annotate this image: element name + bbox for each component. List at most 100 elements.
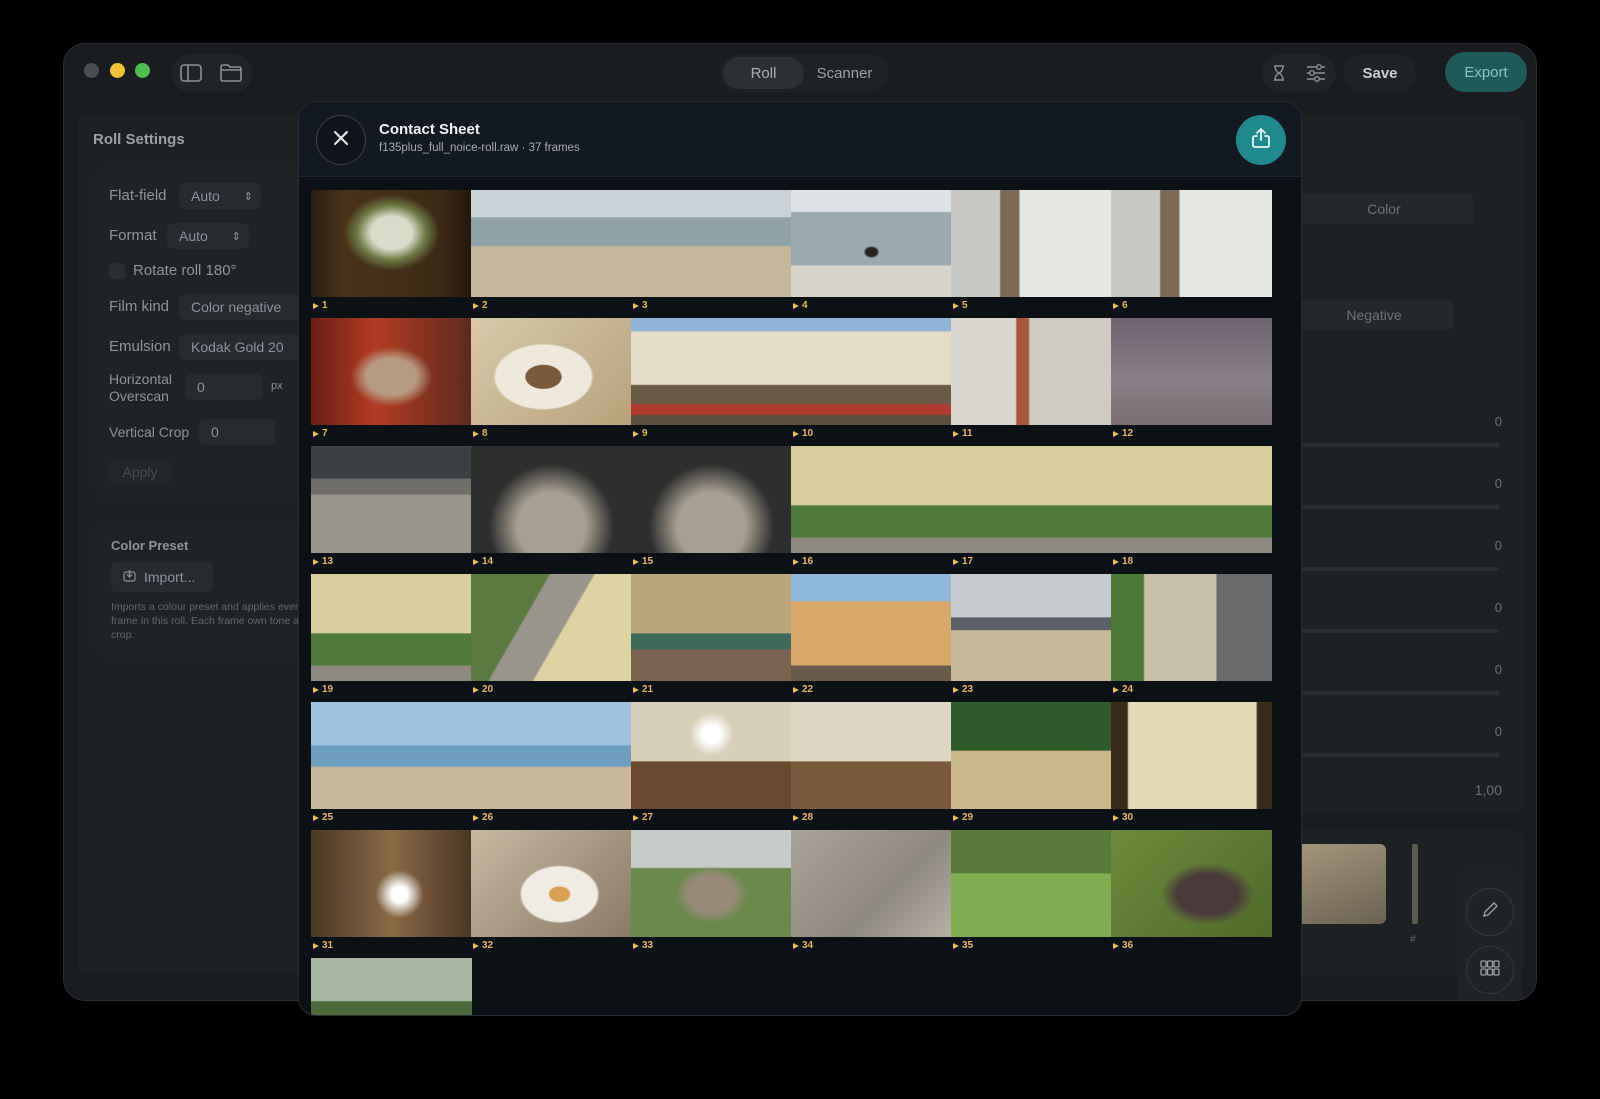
frame-thumbnail[interactable]: 36: [1111, 830, 1272, 951]
frame-number-text: 27: [642, 812, 654, 823]
frame-thumbnail[interactable]: 7: [311, 318, 472, 439]
play-marker-icon: [1113, 558, 1119, 565]
frame-thumbnail[interactable]: 1: [311, 190, 472, 311]
play-marker-icon: [473, 686, 479, 693]
frame-thumbnail[interactable]: 34: [791, 830, 952, 951]
slider-value: 0: [1494, 414, 1502, 429]
frame-thumbnail[interactable]: 14: [471, 446, 632, 567]
flat-field-label: Flat-field: [109, 187, 167, 204]
sidebar-toggle-icon[interactable]: [171, 54, 211, 92]
frame-thumbnail[interactable]: 8: [471, 318, 632, 439]
frame-thumbnail[interactable]: 29: [951, 702, 1112, 823]
slider[interactable]: [1274, 623, 1499, 639]
format-label: Format: [109, 227, 157, 244]
play-marker-icon: [1113, 814, 1119, 821]
slider[interactable]: [1274, 437, 1499, 453]
frame-thumbnail[interactable]: 10: [791, 318, 952, 439]
frame-thumbnail[interactable]: 35: [951, 830, 1112, 951]
option-negative[interactable]: Negative: [1294, 300, 1454, 330]
frame-thumbnail[interactable]: 15: [631, 446, 792, 567]
save-button[interactable]: Save: [1344, 54, 1416, 92]
frame-thumbnail[interactable]: 12: [1111, 318, 1272, 439]
frame-thumbnail[interactable]: 22: [791, 574, 952, 695]
folder-icon[interactable]: [211, 54, 251, 92]
play-marker-icon: [953, 558, 959, 565]
frame-thumbnail[interactable]: 33: [631, 830, 792, 951]
frame-number-text: 5: [962, 300, 968, 311]
share-button[interactable]: [1236, 115, 1286, 165]
frame-thumbnail[interactable]: 11: [951, 318, 1112, 439]
adjustments-icon[interactable]: [1296, 54, 1336, 92]
flat-field-select[interactable]: Auto ⇕: [179, 183, 261, 209]
edit-button[interactable]: [1466, 888, 1514, 936]
frame-number-text: 2: [482, 300, 488, 311]
frame-photo: [1111, 446, 1272, 553]
frame-thumbnail[interactable]: 18: [1111, 446, 1272, 567]
hourglass-icon[interactable]: [1262, 54, 1296, 92]
tab-scanner[interactable]: Scanner: [804, 57, 885, 89]
frame-photo: [631, 190, 792, 297]
frame-thumbnail[interactable]: 6: [1111, 190, 1272, 311]
apply-button[interactable]: Apply: [109, 459, 171, 485]
frame-thumbnail[interactable]: 25: [311, 702, 472, 823]
slider[interactable]: [1274, 685, 1499, 701]
frame-thumbnail[interactable]: 24: [1111, 574, 1272, 695]
frame-number: 20: [473, 684, 493, 695]
frame-number: 27: [633, 812, 653, 823]
frame-thumbnail[interactable]: 17: [951, 446, 1112, 567]
slider[interactable]: [1274, 499, 1499, 515]
window-close-button[interactable]: [84, 63, 99, 78]
frame-thumbnail[interactable]: 31: [311, 830, 472, 951]
frame-thumbnail[interactable]: 23: [951, 574, 1112, 695]
frame-thumbnail[interactable]: 37: [311, 958, 472, 1015]
frame-thumbnail[interactable]: 13: [311, 446, 472, 567]
play-marker-icon: [633, 302, 639, 309]
frame-photo: [471, 830, 632, 937]
frame-number-text: 7: [322, 428, 328, 439]
frame-thumbnail[interactable]: 5: [951, 190, 1112, 311]
frame-thumbnail[interactable]: 20: [471, 574, 632, 695]
frame-number: 32: [473, 940, 493, 951]
frame-thumbnail[interactable]: 2: [471, 190, 632, 311]
rotate-checkbox[interactable]: [109, 263, 125, 279]
frame-photo: [471, 318, 632, 425]
slider[interactable]: [1274, 747, 1499, 763]
frame-photo: [631, 702, 792, 809]
frame-thumbnail[interactable]: 19: [311, 574, 472, 695]
frame-thumbnail[interactable]: 9: [631, 318, 792, 439]
frame-number: 2: [473, 300, 488, 311]
import-button[interactable]: Import...: [111, 562, 213, 592]
slider[interactable]: [1274, 561, 1499, 577]
frame-thumbnail[interactable]: 16: [791, 446, 952, 567]
frame-thumbnail[interactable]: 3: [631, 190, 792, 311]
horizontal-overscan-input[interactable]: 0: [185, 374, 263, 400]
export-button[interactable]: Export: [1445, 52, 1527, 92]
tab-roll[interactable]: Roll: [723, 57, 804, 89]
frame-photo: [1111, 318, 1272, 425]
frame-number-text: 28: [802, 812, 814, 823]
frame-thumbnail[interactable]: 26: [471, 702, 632, 823]
frame-thumbnail[interactable]: 27: [631, 702, 792, 823]
frame-thumbnail[interactable]: 21: [631, 574, 792, 695]
option-color[interactable]: Color: [1294, 194, 1474, 224]
close-button[interactable]: [316, 115, 366, 165]
format-select[interactable]: Auto ⇕: [167, 223, 249, 249]
filmstrip-thumbnail[interactable]: [1412, 844, 1418, 924]
play-marker-icon: [473, 942, 479, 949]
tool-column: [1458, 870, 1522, 1000]
frame-number-text: 18: [1122, 556, 1134, 567]
window-minimize-button[interactable]: [110, 63, 125, 78]
frame-thumbnail[interactable]: 4: [791, 190, 952, 311]
frame-number-text: 17: [962, 556, 974, 567]
play-marker-icon: [313, 942, 319, 949]
window-maximize-button[interactable]: [135, 63, 150, 78]
frame-thumbnail[interactable]: 30: [1111, 702, 1272, 823]
frame-thumbnail[interactable]: 32: [471, 830, 632, 951]
frame-photo: [631, 574, 792, 681]
frame-photo: [791, 190, 952, 297]
frame-thumbnail[interactable]: 28: [791, 702, 952, 823]
frame-number-text: 25: [322, 812, 334, 823]
vertical-crop-input[interactable]: 0: [199, 419, 275, 445]
frame-number: 33: [633, 940, 653, 951]
grid-view-button[interactable]: [1466, 946, 1514, 994]
